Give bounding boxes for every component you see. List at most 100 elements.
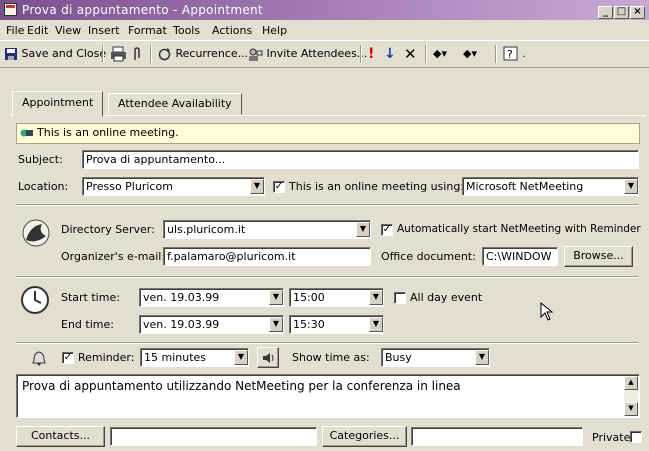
online-meeting-type-combo[interactable]: Microsoft NetMeeting [462, 177, 639, 196]
tab-strip: Appointment Attendee Availability [0, 91, 649, 117]
reminder-label: Reminder: [78, 351, 135, 364]
clock-icon [21, 286, 49, 314]
tab-appointment[interactable]: Appointment [12, 91, 104, 117]
reminder-time-combo[interactable]: 15 minutes [140, 348, 249, 367]
recurrence-button[interactable]: Recurrence... [157, 45, 248, 63]
directory-server-label: Directory Server: [61, 223, 155, 236]
start-date-combo[interactable]: ven. 19.03.99 [139, 288, 284, 307]
importance-low-icon[interactable]: ↓ [384, 45, 396, 63]
svg-text:?: ? [507, 48, 513, 61]
categories-input[interactable] [411, 427, 583, 446]
notes-textarea[interactable]: Prova di appuntamento utilizzando NetMee… [16, 374, 640, 418]
save-and-close-label: Save and Close [21, 47, 107, 60]
section-divider [16, 276, 638, 278]
location-combo[interactable]: Presso Pluricom [82, 177, 265, 196]
end-time-label: End time: [61, 318, 114, 331]
menu-view[interactable]: View [55, 24, 81, 37]
reminder-checkbox[interactable]: ✓ [62, 352, 74, 364]
auto-start-netmeeting-checkbox[interactable]: ✓ [381, 224, 393, 236]
maximize-button[interactable]: □ [614, 6, 629, 19]
all-day-event-checkbox[interactable] [394, 292, 406, 304]
end-date-dropdown-arrow[interactable]: ▼ [269, 317, 283, 332]
end-time-dropdown-arrow[interactable]: ▼ [369, 317, 383, 332]
info-bar-text: This is an online meeting. [37, 126, 179, 139]
netmeeting-icon [22, 219, 50, 247]
menu-format[interactable]: Format [128, 24, 167, 37]
toolbar-separator [495, 45, 497, 63]
directory-server-combo[interactable]: uls.pluricom.it [163, 220, 371, 239]
window-title: Prova di appuntamento - Appointment [22, 3, 263, 17]
online-meeting-info-bar: This is an online meeting. [16, 123, 640, 144]
private-label: Private [592, 431, 631, 444]
tab-attendee-availability[interactable]: Attendee Availability [108, 93, 242, 115]
menu-tools[interactable]: Tools [173, 24, 200, 37]
start-time-dropdown-arrow[interactable]: ▼ [369, 290, 383, 305]
reminder-bell-icon [32, 351, 46, 366]
section-divider [16, 342, 638, 344]
browse-button[interactable]: Browse... [564, 246, 633, 267]
invite-attendees-label: Invite Attendees... [266, 47, 368, 60]
subject-label: Subject: [18, 153, 63, 166]
contacts-input[interactable] [110, 427, 317, 446]
menu-help[interactable]: Help [262, 24, 287, 37]
show-time-as-label: Show time as: [292, 351, 370, 364]
notes-scrollbar[interactable]: ▲ ▼ [624, 376, 638, 416]
auto-start-netmeeting-label: Automatically start NetMeeting with Remi… [397, 223, 641, 235]
menu-actions[interactable]: Actions [212, 24, 252, 37]
notes-text: Prova di appuntamento utilizzando NetMee… [22, 379, 461, 393]
invite-attendees-button[interactable]: Invite Attendees... [247, 45, 367, 63]
previous-item-icon[interactable]: ◆▾ [433, 45, 447, 63]
toolbar-separator [102, 45, 104, 63]
scroll-up-arrow[interactable]: ▲ [624, 376, 638, 390]
directory-server-dropdown-arrow[interactable]: ▼ [356, 222, 370, 237]
floppy-disk-icon [5, 48, 17, 60]
online-meeting-icon [20, 129, 33, 137]
subject-input[interactable]: Prova di appuntamento... [82, 150, 639, 169]
show-time-as-dropdown-arrow[interactable]: ▼ [475, 350, 489, 365]
recurrence-arrows-icon [158, 47, 171, 60]
location-label: Location: [18, 180, 69, 193]
reminder-sound-button[interactable] [257, 347, 279, 368]
organizer-email-input[interactable]: f.palamaro@pluricom.it [163, 247, 371, 266]
importance-high-icon[interactable]: ! [368, 45, 374, 63]
help-button[interactable]: ? . [503, 45, 526, 63]
online-type-dropdown-arrow[interactable]: ▼ [624, 179, 638, 194]
private-checkbox[interactable] [630, 431, 642, 443]
save-and-close-button[interactable]: Save and Close [4, 45, 106, 63]
paperclip-icon [134, 47, 140, 60]
all-day-event-label: All day event [410, 291, 483, 304]
recurrence-label: Recurrence... [175, 47, 249, 60]
office-document-input[interactable]: C:\WINDOW [482, 247, 558, 266]
reminder-dropdown-arrow[interactable]: ▼ [234, 350, 248, 365]
appointment-app-icon [4, 3, 17, 16]
toolbar-separator [150, 45, 152, 63]
invite-attendees-icon [249, 48, 263, 61]
menu-insert[interactable]: Insert [88, 24, 120, 37]
print-button[interactable] [110, 45, 128, 63]
end-date-combo[interactable]: ven. 19.03.99 [139, 315, 284, 334]
online-meeting-label: This is an online meeting using: [289, 180, 465, 193]
toolbar-separator [425, 45, 427, 63]
appointment-window: Prova di appuntamento - Appointment _ □ × … [0, 0, 649, 451]
toolbar-separator [360, 45, 362, 63]
delete-icon[interactable]: ✕ [404, 45, 417, 63]
start-time-label: Start time: [61, 291, 120, 304]
next-item-icon[interactable]: ◆▾ [463, 45, 477, 63]
printer-icon [111, 46, 126, 62]
attach-file-button[interactable] [132, 45, 142, 63]
show-time-as-combo[interactable]: Busy [381, 348, 490, 367]
title-bar[interactable]: Prova di appuntamento - Appointment _ □ × [0, 0, 649, 20]
categories-button[interactable]: Categories... [322, 426, 407, 447]
start-date-dropdown-arrow[interactable]: ▼ [269, 290, 283, 305]
scroll-down-arrow[interactable]: ▼ [624, 402, 638, 416]
speaker-sound-icon [263, 353, 274, 363]
menu-file[interactable]: File [6, 24, 24, 37]
contacts-button[interactable]: Contacts... [16, 426, 105, 447]
close-button[interactable]: × [630, 6, 645, 19]
menu-edit[interactable]: Edit [27, 24, 48, 37]
location-dropdown-arrow[interactable]: ▼ [250, 179, 264, 194]
standard-toolbar: Save and Close Recurrence... Invite Atte… [0, 40, 649, 68]
minimize-button[interactable]: _ [598, 6, 613, 19]
help-icon: ? [503, 46, 518, 61]
online-meeting-checkbox[interactable]: ✓ [273, 181, 285, 193]
